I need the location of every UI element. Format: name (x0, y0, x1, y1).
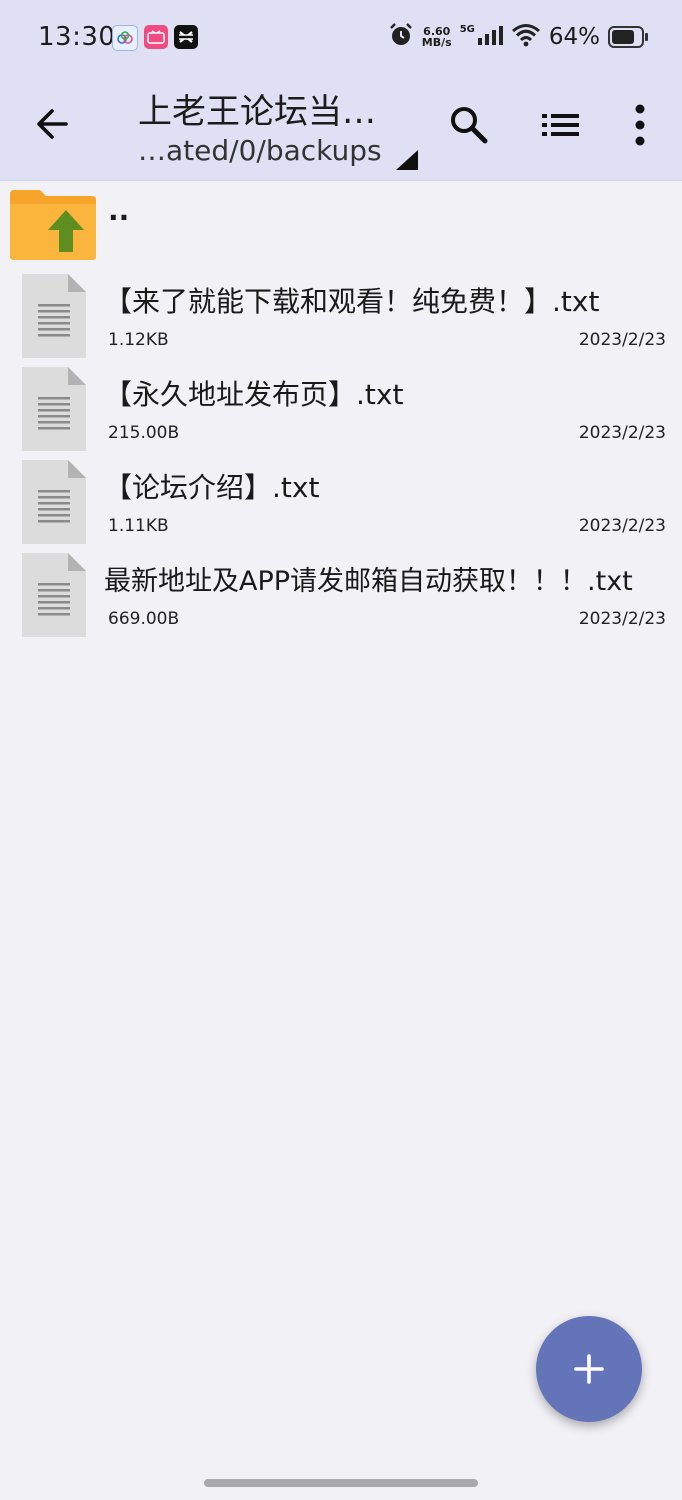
signal-icon (477, 24, 503, 50)
file-row[interactable]: 【来了就能下载和观看！纯免费！】.txt 1.12KB 2023/2/23 (0, 266, 682, 359)
arrow-left-icon (37, 109, 68, 139)
home-indicator[interactable] (204, 1479, 478, 1487)
more-options-button[interactable] (624, 100, 656, 150)
file-date: 2023/2/23 (578, 609, 666, 629)
folder-up-icon (10, 190, 96, 260)
back-button[interactable] (30, 100, 78, 148)
plus-icon (574, 1354, 604, 1384)
status-time: 13:30 (38, 22, 116, 52)
file-size: 1.12KB (108, 330, 169, 350)
add-button[interactable] (536, 1316, 642, 1422)
file-name: 【来了就能下载和观看！纯免费！】.txt (104, 285, 600, 318)
text-file-icon (22, 274, 86, 358)
battery-percent: 64% (548, 24, 600, 50)
cloud-app-icon (112, 25, 138, 51)
file-name: 【论坛介绍】.txt (104, 471, 320, 504)
net-speed-unit: MB/s (421, 36, 452, 49)
parent-directory-row[interactable]: .. (0, 182, 682, 266)
parent-directory-label: .. (108, 194, 130, 227)
file-size: 1.11KB (108, 516, 169, 536)
alarm-icon (388, 22, 414, 52)
file-size: 215.00B (108, 423, 180, 443)
text-file-icon (22, 553, 86, 637)
network-type: 5G (459, 24, 475, 35)
folder-path[interactable]: …ated/0/backups (138, 134, 408, 167)
app-header: 13:30 6.60 MB/s 5G 64% 上老王论坛当… …ated/0/b… (0, 0, 682, 181)
file-date: 2023/2/23 (578, 423, 666, 443)
file-list: .. 【来了就能下载和观看！纯免费！】.txt 1.12KB 2023/2/23… (0, 182, 682, 638)
text-file-icon (22, 460, 86, 544)
video-app-icon (144, 25, 168, 49)
wifi-icon (511, 23, 541, 51)
status-bar: 13:30 6.60 MB/s 5G 64% (0, 0, 682, 76)
battery-icon (608, 26, 648, 48)
file-row[interactable]: 最新地址及APP请发邮箱自动获取！！！.txt 669.00B 2023/2/2… (0, 545, 682, 638)
capcut-app-icon (174, 25, 198, 49)
file-row[interactable]: 【论坛介绍】.txt 1.11KB 2023/2/23 (0, 452, 682, 545)
file-name: 【永久地址发布页】.txt (104, 378, 404, 411)
notification-icons (112, 25, 198, 51)
status-right: 6.60 MB/s 5G 64% (388, 22, 648, 52)
net-speed: 6.60 MB/s (422, 26, 452, 48)
file-date: 2023/2/23 (578, 516, 666, 536)
file-date: 2023/2/23 (578, 330, 666, 350)
file-name: 最新地址及APP请发邮箱自动获取！！！.txt (104, 566, 633, 597)
search-icon (451, 107, 488, 144)
file-row[interactable]: 【永久地址发布页】.txt 215.00B 2023/2/23 (0, 359, 682, 452)
search-button[interactable] (446, 102, 492, 148)
path-dropdown-icon[interactable] (396, 150, 418, 170)
list-icon (542, 114, 579, 136)
file-size: 669.00B (108, 609, 180, 629)
more-vertical-icon (635, 104, 645, 146)
folder-title: 上老王论坛当… (138, 92, 376, 132)
view-mode-button[interactable] (540, 108, 582, 144)
text-file-icon (22, 367, 86, 451)
